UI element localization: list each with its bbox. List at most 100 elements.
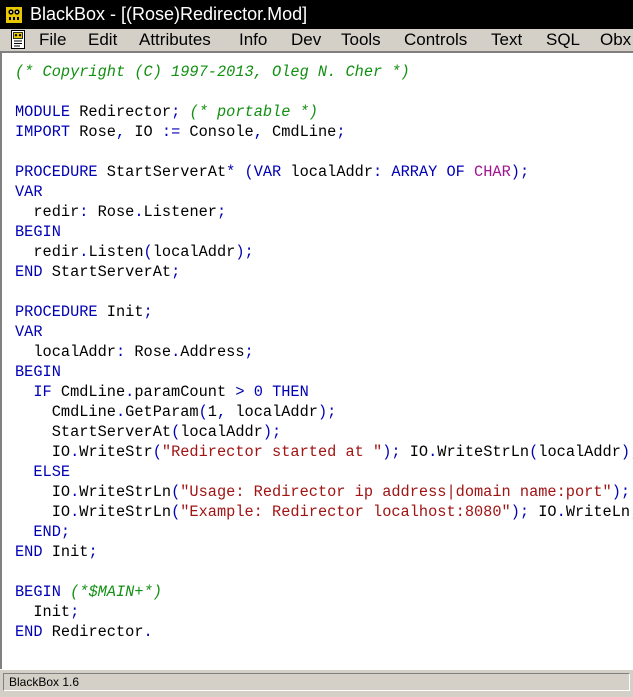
code-token: END bbox=[15, 543, 43, 561]
code-token: 0 bbox=[253, 383, 263, 401]
code-token: ; bbox=[171, 263, 181, 281]
code-token: PROCEDURE bbox=[15, 303, 98, 321]
code-token: * bbox=[226, 163, 236, 181]
code-line[interactable] bbox=[15, 282, 633, 302]
menu-dev[interactable]: Dev bbox=[291, 30, 321, 49]
code-line[interactable]: (* Copyright (C) 1997-2013, Oleg N. Cher… bbox=[15, 62, 633, 82]
code-line[interactable]: IMPORT Rose, IO := Console, CmdLine; bbox=[15, 122, 633, 142]
code-token: GetParam bbox=[125, 403, 199, 421]
menu-edit[interactable]: Edit bbox=[88, 30, 117, 49]
code-line[interactable]: localAddr: Rose.Address; bbox=[15, 342, 633, 362]
app-window: BlackBox - [(Rose)Redirector.Mod] File E… bbox=[0, 0, 633, 697]
code-token: CHAR bbox=[474, 163, 511, 181]
menu-tools[interactable]: Tools bbox=[341, 30, 381, 49]
code-token: . bbox=[70, 443, 80, 461]
code-token: ( bbox=[244, 163, 254, 181]
status-text: BlackBox 1.6 bbox=[3, 673, 630, 691]
code-line[interactable]: Init; bbox=[15, 602, 633, 622]
code-line[interactable]: StartServerAt(localAddr); bbox=[15, 422, 633, 442]
code-line[interactable]: BEGIN bbox=[15, 222, 633, 242]
code-editor[interactable]: (* Copyright (C) 1997-2013, Oleg N. Cher… bbox=[0, 51, 633, 669]
code-token: VAR bbox=[253, 163, 282, 181]
code-line[interactable]: END Redirector. bbox=[15, 622, 633, 642]
code-token: ( bbox=[171, 423, 181, 441]
code-line[interactable]: PROCEDURE Init; bbox=[15, 302, 633, 322]
code-line[interactable]: MODULE Redirector; (* portable *) bbox=[15, 102, 633, 122]
code-line[interactable]: ELSE bbox=[15, 462, 633, 482]
code-token: Rose bbox=[70, 123, 116, 141]
code-line[interactable]: IO.WriteStr("Redirector started at "); I… bbox=[15, 442, 633, 462]
code-token: . bbox=[70, 483, 80, 501]
code-token: ; bbox=[88, 543, 98, 561]
menu-sql[interactable]: SQL bbox=[546, 30, 580, 49]
code-token: END bbox=[15, 263, 43, 281]
code-line[interactable]: IO.WriteStrLn("Usage: Redirector ip addr… bbox=[15, 482, 633, 502]
code-token: redir bbox=[15, 203, 80, 221]
code-token: IO bbox=[15, 483, 71, 501]
code-token: StartServerAt bbox=[97, 163, 227, 181]
menu-bar: File Edit Attributes Info Dev Tools Cont… bbox=[0, 29, 633, 51]
code-line[interactable]: CmdLine.GetParam(1, localAddr); bbox=[15, 402, 633, 422]
code-token: CmdLine bbox=[51, 383, 126, 401]
blackbox-app-icon[interactable] bbox=[5, 6, 23, 24]
code-token: (* Copyright (C) 1997-2013, Oleg N. Cher… bbox=[15, 63, 410, 81]
code-line[interactable]: IO.WriteStrLn("Example: Redirector local… bbox=[15, 502, 633, 522]
code-token: ELSE bbox=[33, 463, 71, 481]
code-line[interactable]: IF CmdLine.paramCount > 0 THEN bbox=[15, 382, 633, 402]
code-token: Redirector bbox=[70, 103, 172, 121]
code-token: BEGIN bbox=[15, 223, 61, 241]
code-line[interactable] bbox=[15, 562, 633, 582]
code-token: ; bbox=[70, 603, 80, 621]
code-token: IO bbox=[15, 503, 71, 521]
code-token: IMPORT bbox=[15, 123, 71, 141]
menu-file[interactable]: File bbox=[39, 30, 66, 49]
code-token: WriteStrLn bbox=[437, 443, 530, 461]
code-line[interactable]: END StartServerAt; bbox=[15, 262, 633, 282]
code-token: localAddr bbox=[180, 423, 263, 441]
menu-info[interactable]: Info bbox=[239, 30, 267, 49]
source-code[interactable]: (* Copyright (C) 1997-2013, Oleg N. Cher… bbox=[15, 62, 633, 642]
code-token: Address bbox=[180, 343, 245, 361]
code-line[interactable]: redir: Rose.Listener; bbox=[15, 202, 633, 222]
code-line[interactable]: redir.Listen(localAddr); bbox=[15, 242, 633, 262]
code-token: Redirector bbox=[42, 623, 144, 641]
menu-text[interactable]: Text bbox=[491, 30, 522, 49]
code-token: ARRAY OF bbox=[391, 163, 465, 181]
code-token: Rose bbox=[88, 203, 135, 221]
code-token: localAddr bbox=[281, 163, 374, 181]
code-token: ); bbox=[382, 443, 401, 461]
code-token: Rose bbox=[125, 343, 172, 361]
code-token: ); bbox=[262, 423, 282, 441]
code-token: MODULE bbox=[15, 103, 71, 121]
code-token: ; bbox=[216, 203, 227, 221]
code-token: VAR bbox=[15, 183, 43, 201]
code-token: WriteStr bbox=[79, 443, 153, 461]
menu-controls[interactable]: Controls bbox=[404, 30, 467, 49]
code-line[interactable]: END Init; bbox=[15, 542, 633, 562]
code-line[interactable]: BEGIN (*$MAIN+*) bbox=[15, 582, 633, 602]
code-line[interactable] bbox=[15, 82, 633, 102]
code-token: IO bbox=[400, 443, 429, 461]
code-line[interactable] bbox=[15, 142, 633, 162]
code-line[interactable]: BEGIN bbox=[15, 362, 633, 382]
menu-attributes[interactable]: Attributes bbox=[139, 30, 211, 49]
title-bar[interactable]: BlackBox - [(Rose)Redirector.Mod] bbox=[0, 0, 633, 29]
code-line[interactable]: END; bbox=[15, 522, 633, 542]
code-token: ); bbox=[510, 163, 530, 181]
code-token: BEGIN bbox=[15, 363, 61, 381]
menu-obx[interactable]: Obx bbox=[600, 30, 631, 49]
code-line[interactable]: VAR bbox=[15, 322, 633, 342]
code-line[interactable]: VAR bbox=[15, 182, 633, 202]
code-token: END bbox=[15, 623, 43, 641]
code-token: CmdLine bbox=[15, 403, 116, 421]
code-token: "Redirector started at " bbox=[161, 443, 383, 461]
code-token: ( bbox=[143, 243, 153, 261]
document-icon[interactable] bbox=[11, 30, 25, 49]
code-token: ; bbox=[336, 123, 346, 141]
code-line[interactable]: PROCEDURE StartServerAt* (VAR localAddr:… bbox=[15, 162, 633, 182]
